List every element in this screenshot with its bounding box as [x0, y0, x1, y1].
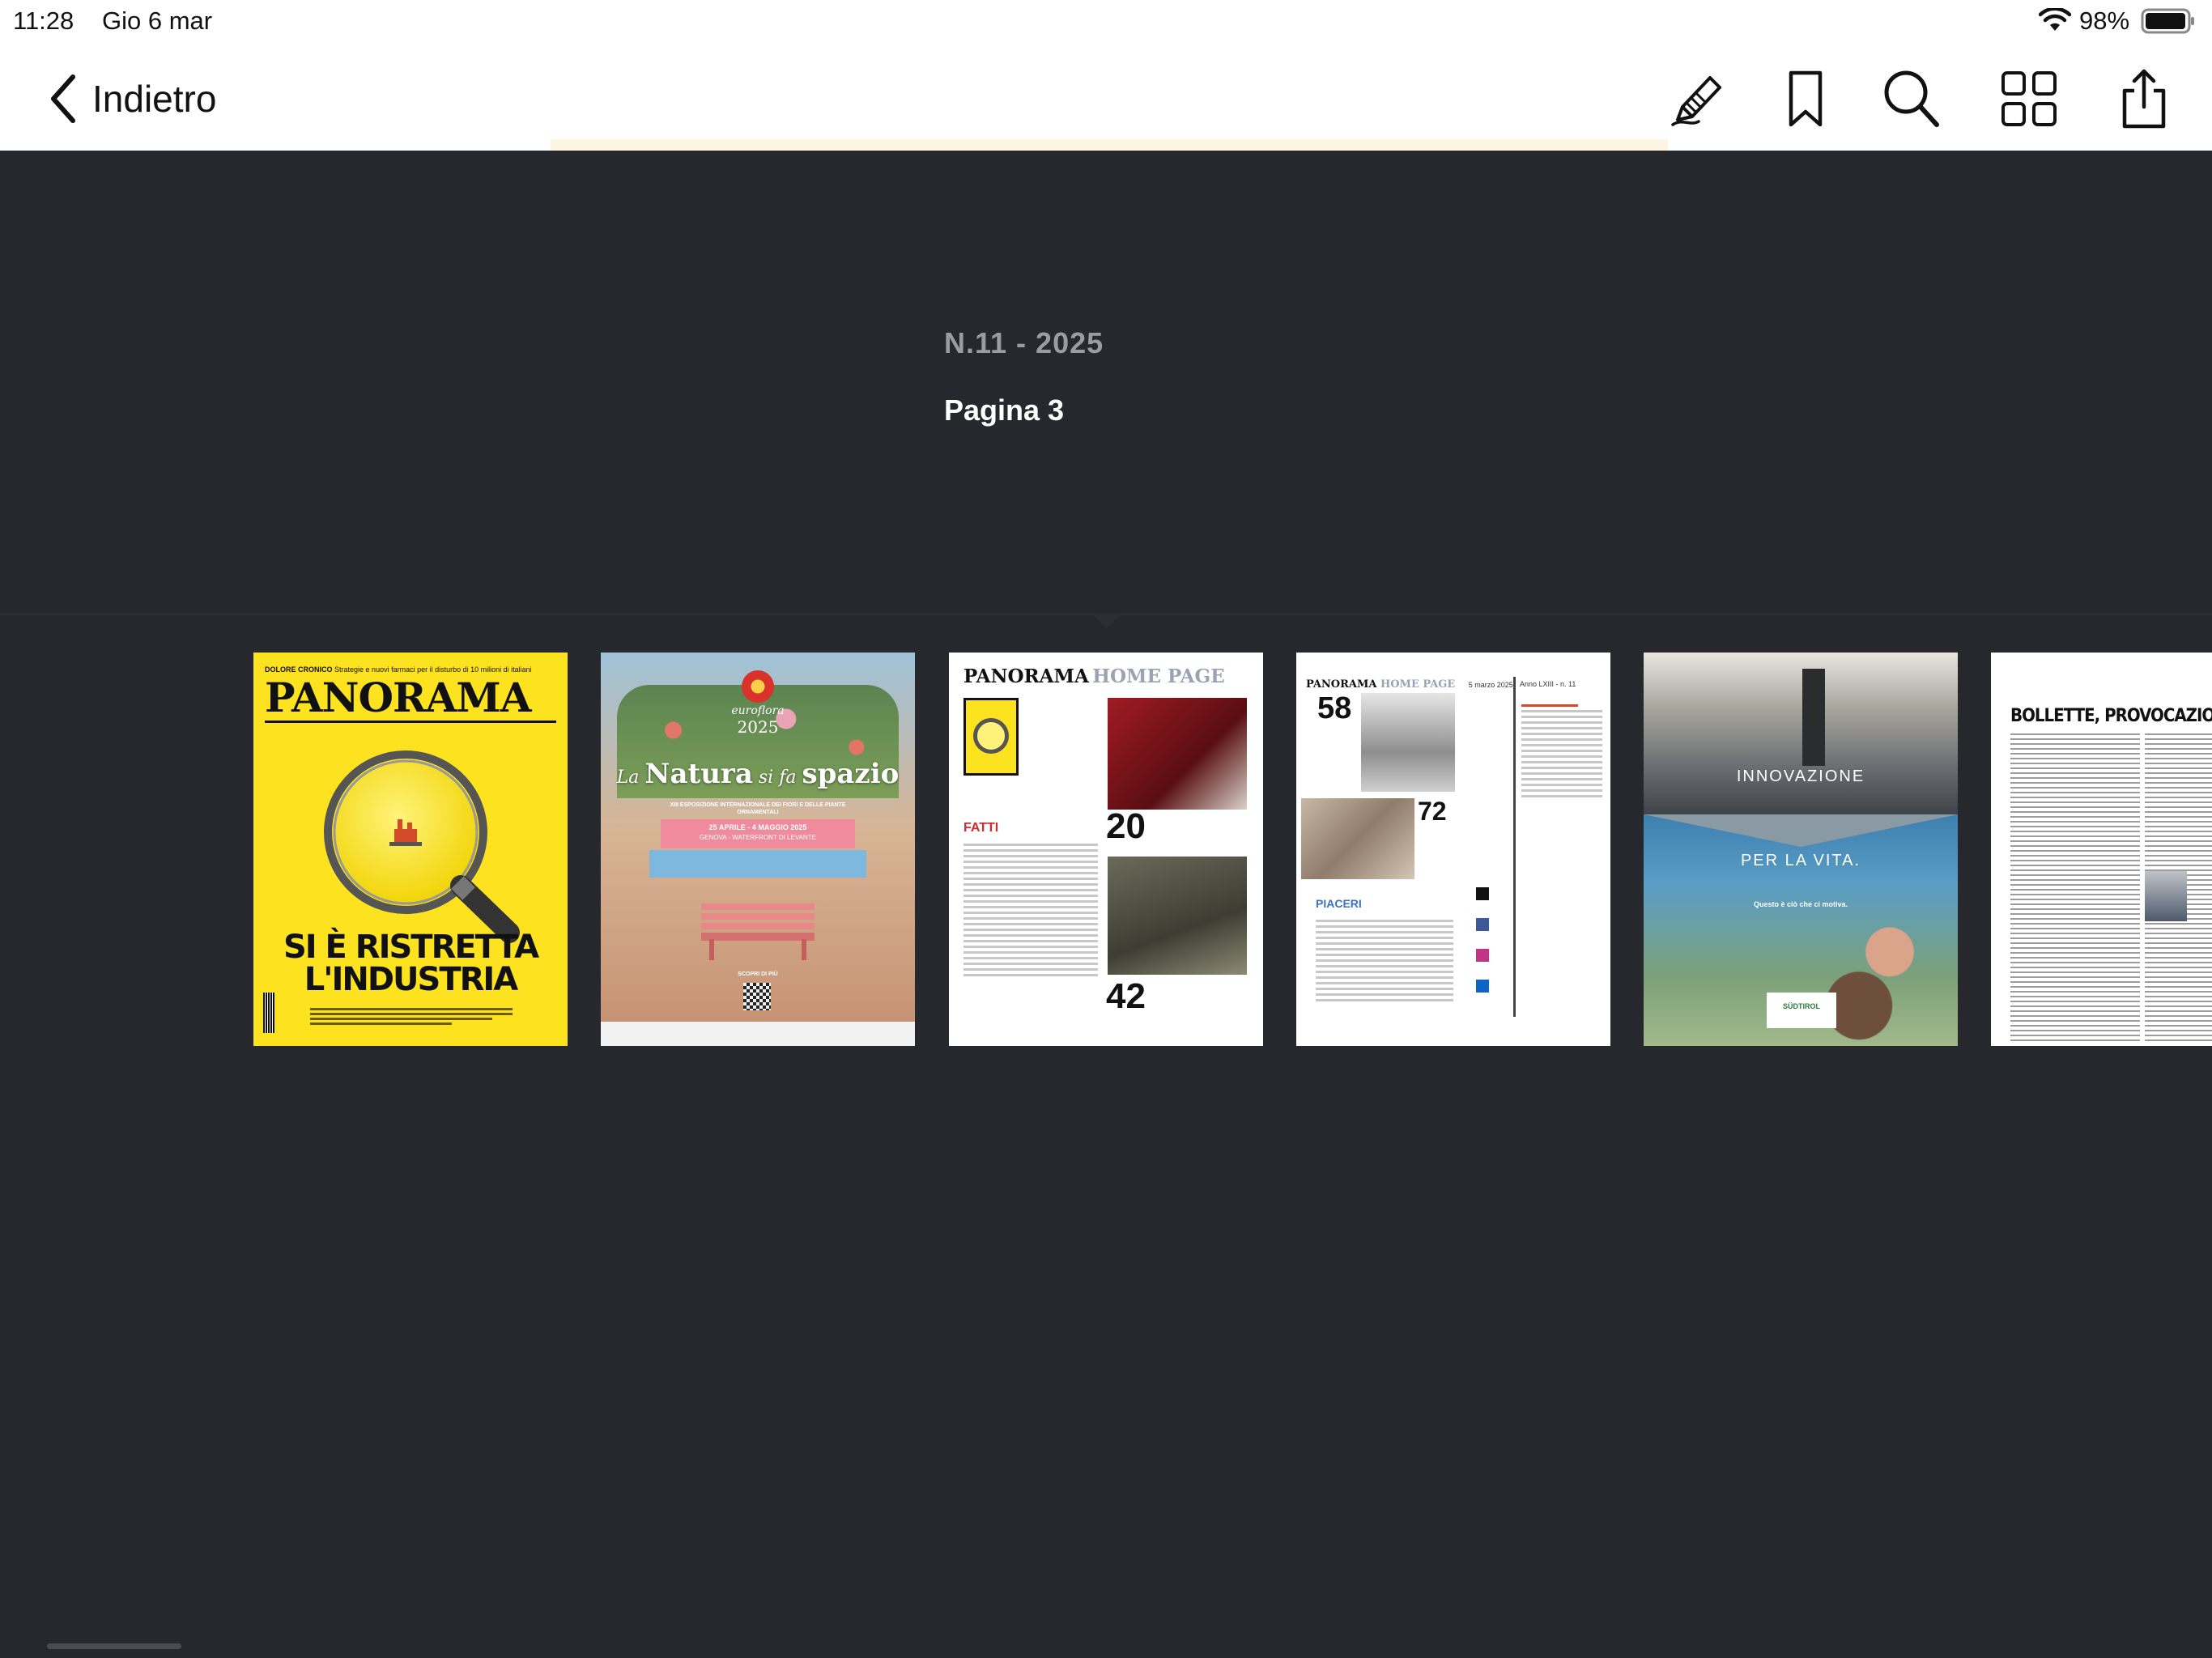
status-date: Gio 6 mar [102, 6, 213, 35]
top-bar: 11:28 Gio 6 mar 98% Indietro [0, 0, 2212, 151]
toc1-masthead: PANORAMA [963, 665, 1089, 687]
wifi-icon [2039, 8, 2071, 31]
sudtirol-title: INNOVAZIONE [1736, 767, 1865, 785]
euroflora-info-band [649, 850, 866, 878]
sudtirol-logo: SÜDTIROL [1767, 993, 1836, 1028]
cover-masthead: PANORAMA [265, 674, 531, 721]
toc2-header: PANORAMA HOME PAGE 5 marzo 2025 [1306, 677, 1513, 691]
toc2-number-b: 72 [1418, 797, 1447, 826]
annotate-button[interactable] [1666, 66, 1731, 131]
toc1-header: PANORAMA HOME PAGE [963, 665, 1225, 687]
euroflora-subtitle: XIII ESPOSIZIONE INTERNAZIONALE DEI FIOR… [670, 802, 846, 815]
page-thumbnail-sudtirol-ad[interactable]: INNOVAZIONE PER LA VITA. Questo è ciò ch… [1644, 653, 1958, 1046]
toc1-photo-military [1108, 857, 1247, 975]
toc1-number-a: 20 [1106, 806, 1146, 846]
euroflora-logo: euroflora [731, 704, 785, 717]
annotate-icon [1671, 76, 1721, 126]
toc2-number-a: 58 [1317, 691, 1352, 725]
euroflora-logo-icon [742, 670, 774, 703]
social-icons [1476, 887, 1492, 993]
article-author-photo [2145, 871, 2187, 921]
toc1-section: HOME PAGE [1092, 665, 1225, 687]
bench-illustration [701, 903, 815, 960]
qr-code-icon [743, 983, 771, 1010]
magnifying-glass-illustration [324, 750, 520, 943]
status-bar: 11:28 Gio 6 mar 98% [0, 0, 2212, 42]
cover-kicker-bold: DOLORE CRONICO [265, 665, 333, 674]
cover-text-block [310, 1005, 513, 1027]
toc2-piaceri: PIACERI [1316, 897, 1362, 910]
grid-icon [2001, 71, 2057, 126]
home-indicator [47, 1643, 181, 1649]
bookmark-button[interactable] [1773, 66, 1838, 131]
page-thumbnail-toc-1[interactable]: PANORAMA HOME PAGE FATTI 20 42 [949, 653, 1263, 1046]
toc2-date: 5 marzo 2025 [1468, 681, 1513, 689]
euroflora-dates: 25 APRILE - 4 MAGGIO 2025 [708, 823, 807, 831]
cover-headline-1: SI È RISTRETTA [283, 929, 539, 966]
toc2-volume: Anno LXIII - n. 11 [1520, 680, 1576, 688]
nav-bar: Indietro [0, 49, 2212, 146]
page-thumbnail-euroflora-ad[interactable]: euroflora 2025 La Natura si fa spazio XI… [601, 653, 915, 1046]
toc1-number-b: 42 [1106, 976, 1146, 1016]
battery-icon [2141, 8, 2194, 34]
battery-percent: 98% [2079, 6, 2130, 35]
sudtirol-tagline: Questo è ciò che ci motiva. [1753, 900, 1848, 908]
toc2-photo-climb [1301, 798, 1414, 879]
bookmark-icon [1789, 70, 1823, 127]
toc2-credits [1521, 701, 1602, 801]
car-photo [1644, 653, 1958, 814]
euroflora-cta: SCOPRI DI PIÙ [738, 971, 778, 977]
toc2-column-rule [1513, 677, 1516, 1017]
cover-headline-2: L'INDUSTRIA [304, 961, 519, 998]
cover-rule [265, 721, 556, 723]
sponsor-logos [601, 1022, 915, 1046]
euroflora-headline: La Natura si fa spazio [616, 758, 900, 790]
toc2-masthead: PANORAMA [1306, 678, 1377, 691]
chevron-left-icon [51, 74, 75, 123]
toc1-mini-cover [963, 698, 1019, 776]
euroflora-place: GENOVA - WATERFRONT DI LEVANTE [699, 834, 816, 841]
toc2-section: HOME PAGE [1380, 678, 1456, 691]
article-headline: BOLLETTE, PROVOCAZIONI [2010, 706, 2212, 726]
status-time: 11:28 [13, 6, 74, 35]
search-icon [1884, 70, 1939, 127]
current-page-caret [1092, 614, 1121, 628]
page-indicator: Pagina 3 [944, 393, 1065, 427]
page-thumbnail-toc-2[interactable]: PANORAMA HOME PAGE 5 marzo 2025 Anno LXI… [1296, 653, 1610, 1046]
back-label: Indietro [92, 78, 217, 120]
cover-kicker: Strategie e nuovi farmaci per il disturb… [334, 665, 532, 674]
euroflora-date-band: 25 APRILE - 4 MAGGIO 2025 GENOVA - WATER… [661, 819, 855, 848]
toc2-photo-portrait [1361, 693, 1455, 792]
charger-photo [1802, 669, 1825, 766]
toc1-fatti: FATTI [963, 821, 999, 835]
toc1-photo-red [1108, 698, 1247, 810]
euroflora-year: 2025 [737, 717, 779, 737]
toc2-list [1316, 916, 1453, 1005]
page-thumbnail-article[interactable]: BOLLETTE, PROVOCAZIONI [1991, 653, 2212, 1046]
back-button[interactable]: Indietro [47, 68, 216, 130]
search-button[interactable] [1878, 66, 1943, 131]
share-button[interactable] [2112, 66, 2176, 131]
toc1-list [963, 840, 1098, 980]
barcode [263, 993, 274, 1033]
share-icon [2122, 69, 2166, 129]
sudtirol-title-2: PER LA VITA. [1740, 852, 1861, 869]
issue-title: N.11 - 2025 [944, 326, 1104, 359]
thumbnail-grid-button[interactable] [1997, 66, 2061, 131]
page-thumbnail-cover[interactable]: DOLORE CRONICO Strategie e nuovi farmaci… [253, 653, 568, 1046]
